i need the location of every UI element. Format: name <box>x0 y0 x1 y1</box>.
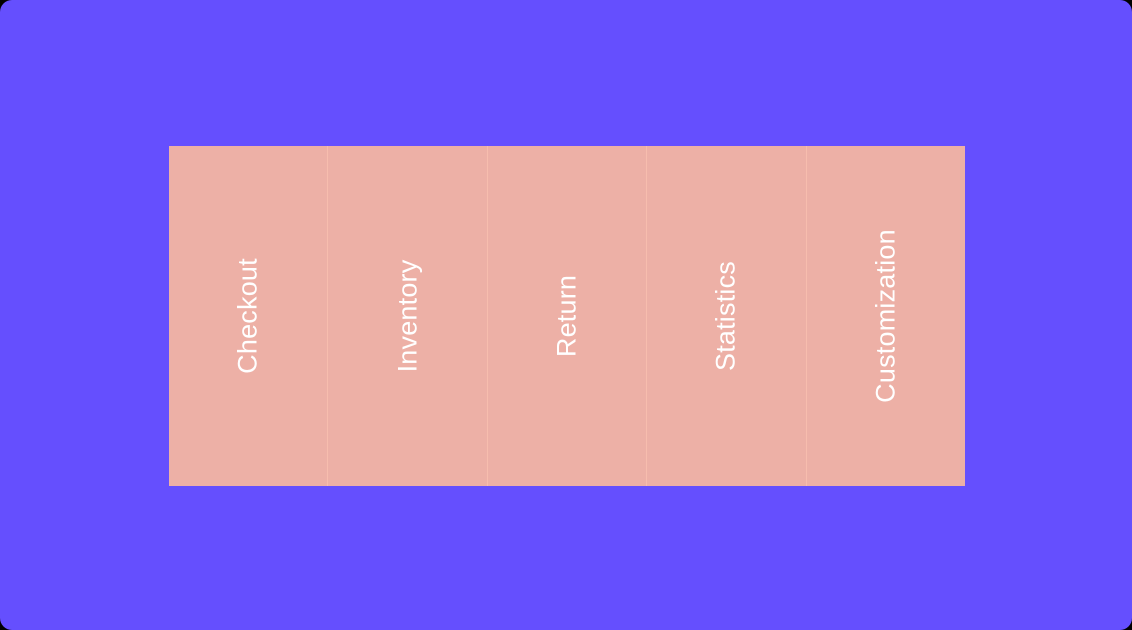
tab-inventory-label: Inventory <box>392 259 423 373</box>
app-background: Checkout Inventory Return Statistics Cus… <box>0 0 1132 630</box>
tab-customization[interactable]: Customization <box>807 146 965 486</box>
tab-inventory[interactable]: Inventory <box>328 146 488 486</box>
tab-customization-label: Customization <box>870 229 901 403</box>
tab-statistics-label: Statistics <box>710 260 741 372</box>
tab-checkout[interactable]: Checkout <box>169 146 329 486</box>
vertical-tab-menu: Checkout Inventory Return Statistics Cus… <box>169 146 965 486</box>
tab-statistics[interactable]: Statistics <box>647 146 807 486</box>
tab-return-label: Return <box>551 274 582 358</box>
tab-checkout-label: Checkout <box>232 258 263 374</box>
tab-return[interactable]: Return <box>488 146 648 486</box>
